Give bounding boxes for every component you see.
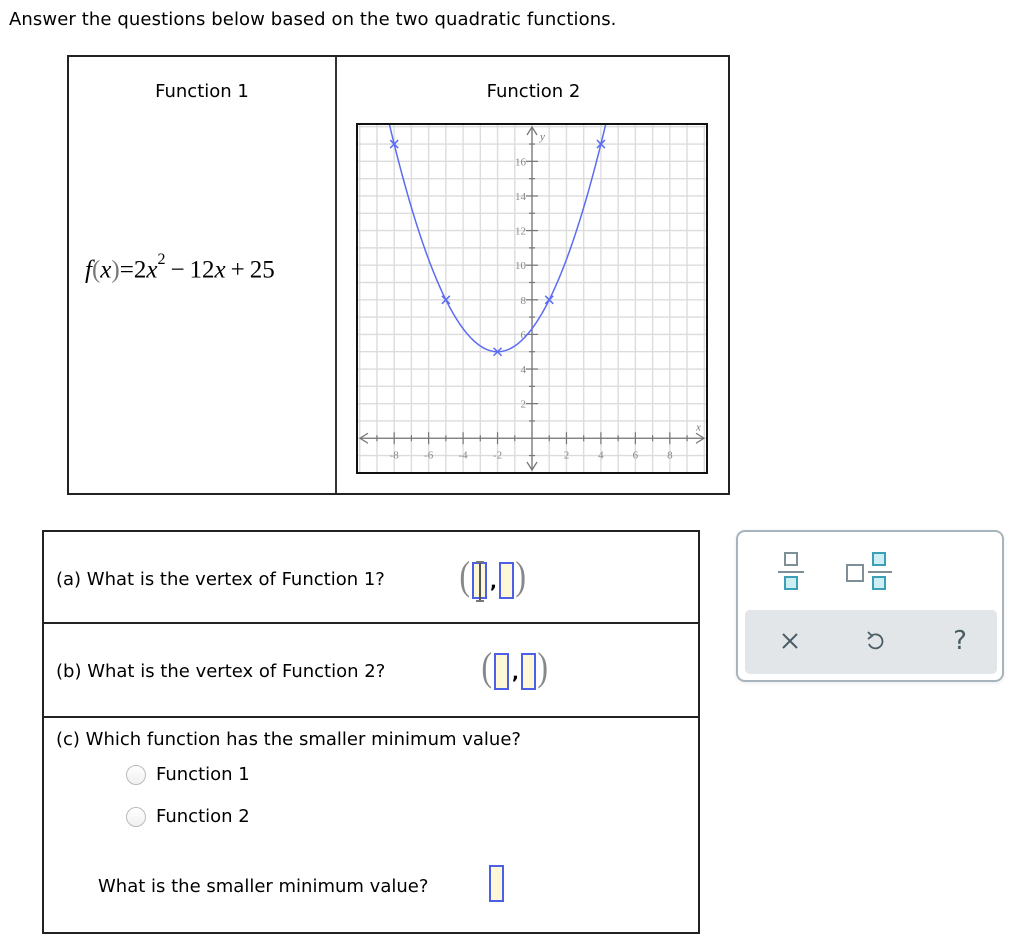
option-function1-label: Function 1 — [156, 764, 250, 785]
comma: , — [490, 572, 497, 593]
graph-svg: -8 -6 -4 -2 2 4 6 8246810121416xy — [358, 125, 706, 472]
min-value-input[interactable] — [489, 865, 504, 902]
help-button[interactable]: ? — [945, 626, 975, 656]
question-c-text: (c) Which function has the smaller minim… — [56, 729, 521, 750]
question-b: (b) What is the vertex of Function 2? ( … — [44, 624, 698, 718]
question-c: (c) Which function has the smaller minim… — [44, 718, 698, 934]
option-function2-label: Function 2 — [156, 806, 250, 827]
close-paren: ) — [537, 644, 548, 689]
formula-exponent: 2 — [157, 251, 166, 268]
y-tick-label: 16 — [515, 156, 527, 168]
function2-graph: -8 -6 -4 -2 2 4 6 8 2 4 6 8 10 12 14 16 x y — [356, 123, 708, 474]
x-tick-label: 6 — [633, 449, 639, 461]
vertex-a-y-input[interactable] — [499, 562, 514, 599]
x-tick-label: 8 — [667, 449, 673, 461]
formula-x3: x — [214, 256, 226, 284]
toolbar-actions: ? — [745, 610, 997, 674]
x-tick-label: -4 — [459, 449, 469, 461]
clear-button[interactable] — [775, 626, 805, 656]
question-b-text: (b) What is the vertex of Function 2? — [56, 661, 386, 682]
y-tick-label: 12 — [515, 226, 526, 238]
question-a-text: (a) What is the vertex of Function 1? — [56, 569, 385, 590]
vertex-a-x-input[interactable] — [472, 561, 487, 602]
functions-table: Function 1 Function 2 f(x)=2x2 − 12x + 2… — [67, 55, 730, 495]
radio-function1[interactable] — [126, 764, 146, 785]
radio-function2[interactable] — [126, 806, 146, 827]
vertex-b-input: ( , ) — [478, 645, 588, 693]
formula-x2: x — [146, 256, 158, 284]
x-tick-label: -6 — [424, 449, 434, 461]
text-cursor — [476, 561, 484, 602]
x-tick-label: -2 — [493, 449, 502, 461]
math-toolbar: ? — [736, 530, 1004, 682]
close-icon — [782, 633, 798, 649]
option-function1[interactable]: Function 1 — [126, 764, 250, 785]
numerator-square — [784, 552, 798, 566]
vertex-b-y-input[interactable] — [521, 653, 536, 690]
x-tick-label: -8 — [390, 449, 400, 461]
mixed-number-button[interactable] — [846, 552, 892, 594]
y-tick-label: 10 — [515, 260, 527, 272]
open-paren: ( — [481, 644, 492, 689]
undo-button[interactable] — [860, 626, 890, 656]
whole-square — [846, 564, 864, 582]
y-tick-label: 2 — [521, 399, 527, 411]
comma: , — [512, 663, 519, 684]
fraction-bar — [868, 571, 892, 573]
formula-eq: =2 — [119, 256, 147, 284]
y-axis-label: y — [539, 131, 545, 143]
function1-formula: f(x)=2x2 − 12x + 25 — [85, 251, 275, 284]
denominator-square — [872, 576, 886, 590]
table-divider — [335, 57, 337, 493]
x-axis-label: x — [695, 421, 701, 433]
formula-f: f — [85, 256, 92, 284]
vertex-b-x-input[interactable] — [494, 653, 509, 690]
x-tick-label: 2 — [564, 449, 570, 461]
function2-header: Function 2 — [486, 81, 581, 102]
y-tick-label: 14 — [515, 191, 527, 203]
help-icon: ? — [953, 626, 967, 656]
function1-header: Function 1 — [155, 81, 249, 102]
instructions: Answer the questions below based on the … — [9, 9, 617, 30]
y-tick-label: 8 — [521, 295, 527, 307]
close-paren: ) — [515, 553, 526, 598]
formula-minus: − 12 — [165, 256, 215, 284]
open-paren: ( — [459, 553, 470, 598]
formula-x: x — [100, 256, 112, 284]
denominator-square — [784, 576, 798, 590]
question-a: (a) What is the vertex of Function 1? ( … — [44, 532, 698, 624]
fraction-bar — [778, 571, 804, 573]
min-value-question: What is the smaller minimum value? — [98, 876, 429, 897]
formula-tail: + 25 — [225, 256, 275, 284]
numerator-square — [872, 552, 886, 566]
vertex-a-input: ( , ) — [456, 554, 566, 602]
fraction-button[interactable] — [778, 552, 806, 594]
formula-close-paren: ) — [111, 256, 120, 284]
questions-box: (a) What is the vertex of Function 1? ( … — [42, 530, 700, 934]
y-tick-label: 4 — [521, 364, 527, 376]
x-tick-label: 4 — [598, 449, 604, 461]
option-function2[interactable]: Function 2 — [126, 806, 250, 827]
undo-icon — [867, 631, 884, 650]
